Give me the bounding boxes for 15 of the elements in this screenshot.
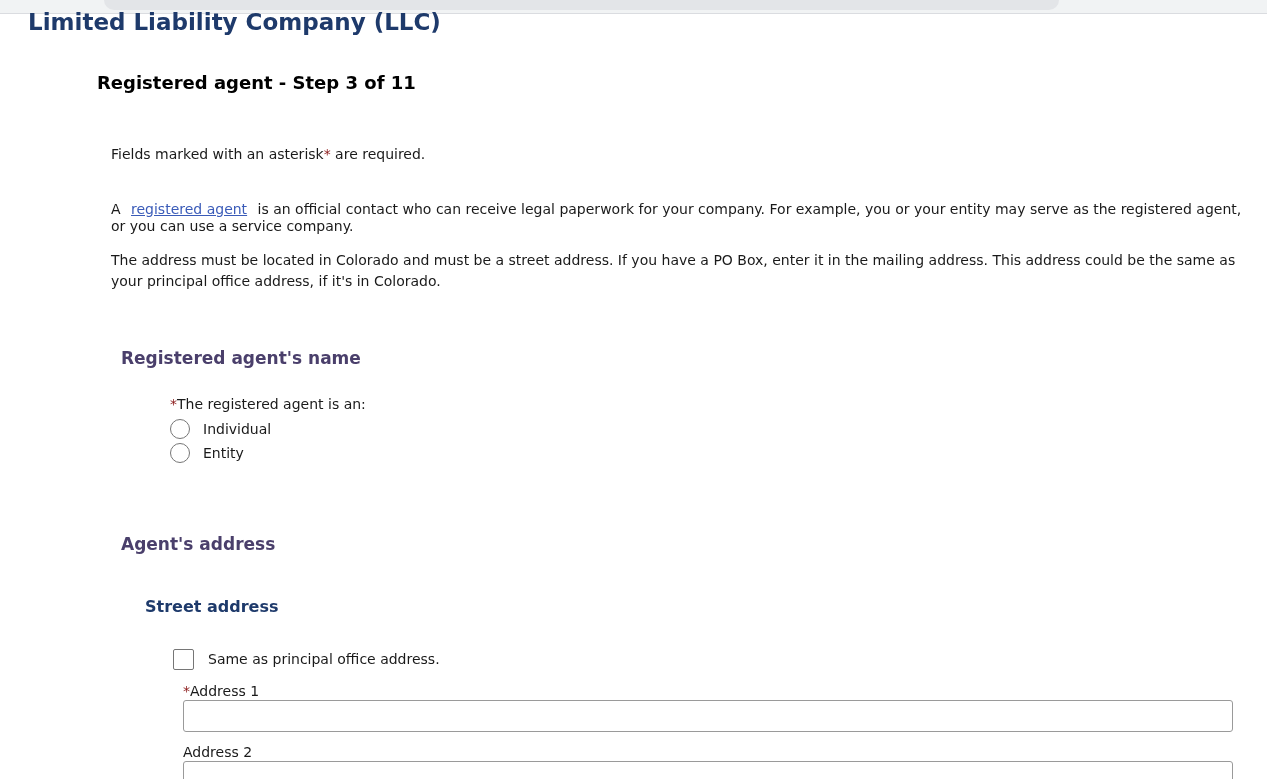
- radio-label: Entity: [203, 443, 244, 463]
- field-label: Address 2: [183, 744, 253, 760]
- address-note: The address must be located in Colorado and must be a street address. If you have a PO Box, enter it in the mailing address. This address could be the same as your principal office address, if it's in Colorado.: [111, 251, 1237, 291]
- section-heading: Agent's address: [121, 533, 276, 555]
- checkbox-label: Same as principal office address.: [208, 649, 440, 669]
- page-title: Limited Liability Company (LLC): [28, 8, 441, 37]
- radio-label: Individual: [203, 419, 272, 439]
- question-label: *The registered agent is an:: [170, 395, 366, 413]
- step-title: Registered agent - Step 3 of 11: [97, 71, 417, 95]
- registered-agent-link[interactable]: registered agent: [131, 201, 248, 217]
- required-note: Fields marked with an asterisk* are required.: [111, 145, 426, 163]
- section-heading: Registered agent's name: [121, 347, 361, 369]
- subsection-heading: Street address: [145, 596, 279, 618]
- agent-intro-text: A registered agent is an official contact who can receive legal paperwork for your company. For example, you or your entity may serve as the registered agent, or you can use a service company.: [111, 201, 1243, 235]
- field-label: *Address 1: [183, 683, 260, 699]
